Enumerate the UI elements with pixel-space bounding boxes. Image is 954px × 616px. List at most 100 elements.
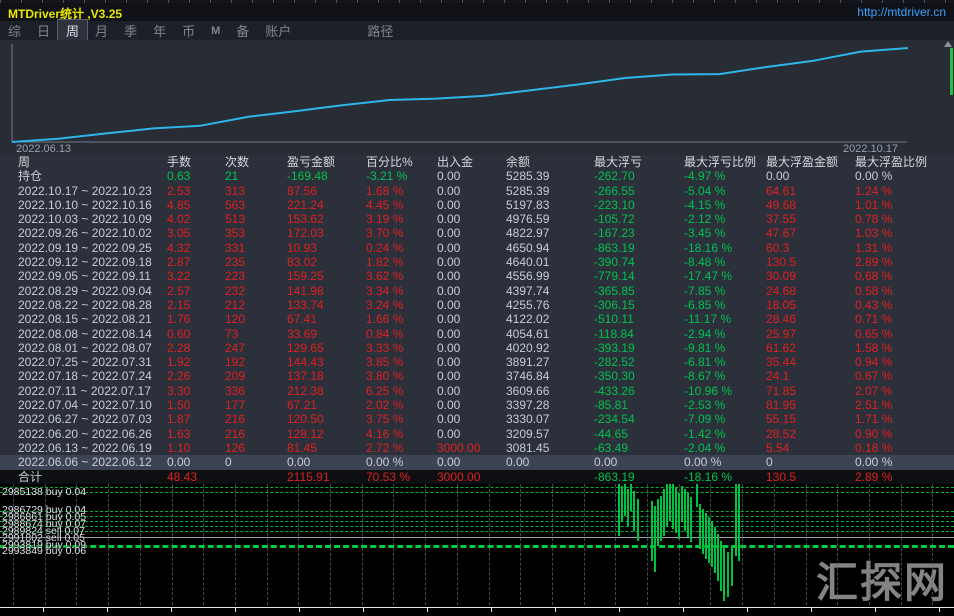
cell-col5: 3000.00: [437, 470, 480, 484]
cell-col5: 0.00: [437, 355, 460, 369]
chart-end-date-label: 2022.10.17: [843, 143, 898, 155]
cell-col8: -6.85 %: [684, 298, 725, 312]
cell-col10: 2.51 %: [855, 398, 892, 412]
cell-col10: 1.71 %: [855, 412, 892, 426]
table-row[interactable]: 2022.08.08 ~ 2022.08.140.607333.690.84 %…: [0, 327, 954, 341]
cell-col5: 0.00: [437, 369, 460, 383]
cell-col10: 0.58 %: [855, 284, 892, 298]
table-row[interactable]: 2022.06.20 ~ 2022.06.261.63216128.124.16…: [0, 427, 954, 441]
table-row[interactable]: 2022.07.25 ~ 2022.07.311.92192144.433.85…: [0, 355, 954, 369]
table-row[interactable]: 2022.07.18 ~ 2022.07.242.26209137.183.80…: [0, 369, 954, 383]
table-row[interactable]: 2022.10.10 ~ 2022.10.164.85563221.244.45…: [0, 198, 954, 212]
cell-col2: 223: [225, 269, 245, 283]
cell-col0: 2022.09.19 ~ 2022.09.25: [18, 241, 152, 255]
cell-col0: 2022.06.13 ~ 2022.06.19: [18, 441, 152, 455]
cell-col0: 2022.08.01 ~ 2022.08.07: [18, 341, 152, 355]
axis-tick: [107, 608, 108, 612]
table-row[interactable]: 2022.08.29 ~ 2022.09.042.57232141.983.34…: [0, 284, 954, 298]
candle-bar: [711, 521, 713, 567]
cell-col1: 手数: [167, 155, 191, 169]
cell-col1: 2.87: [167, 255, 190, 269]
table-row[interactable]: 2022.06.13 ~ 2022.06.191.1012681.452.72 …: [0, 441, 954, 455]
table-row[interactable]: 2022.10.17 ~ 2022.10.232.5331387.561.68 …: [0, 184, 954, 198]
cell-col9: 49.68: [766, 198, 796, 212]
table-row[interactable]: 2022.08.22 ~ 2022.08.282.15212133.743.24…: [0, 298, 954, 312]
cell-col7: -510.11: [594, 312, 634, 326]
table-row[interactable]: 2022.06.06 ~ 2022.06.120.0000.000.00 %0.…: [0, 455, 954, 469]
cell-col1: 1.50: [167, 398, 190, 412]
cell-col7: -262.70: [594, 169, 635, 183]
candle-bar: [708, 517, 710, 563]
scroll-up-arrow-icon[interactable]: [944, 41, 952, 47]
cell-col2: 21: [225, 169, 238, 183]
axis-tick: [43, 608, 44, 612]
menu-tab-month[interactable]: 月: [87, 20, 116, 41]
cell-col10: 0.67 %: [855, 369, 892, 383]
menu-tab-note[interactable]: 备: [228, 20, 257, 41]
table-row[interactable]: 2022.09.26 ~ 2022.10.023.05353172.033.70…: [0, 226, 954, 240]
cell-col0: 2022.06.27 ~ 2022.07.03: [18, 412, 152, 426]
site-link[interactable]: http://mtdriver.cn: [857, 5, 946, 19]
cell-col10: 0.78 %: [855, 212, 892, 226]
cell-col2: 216: [225, 427, 245, 441]
axis-tick: [171, 608, 172, 612]
menu-tab-currency[interactable]: 币: [174, 20, 203, 41]
axis-tick: [427, 608, 428, 612]
cell-col6: 4020.92: [506, 341, 549, 355]
cell-col0: 2022.09.05 ~ 2022.09.11: [18, 269, 151, 283]
cell-col5: 0.00: [437, 255, 460, 269]
table-row[interactable]: 2022.06.27 ~ 2022.07.031.87216120.503.75…: [0, 412, 954, 426]
menu-tab-day[interactable]: 日: [29, 20, 58, 41]
cell-col4: 0.00 %: [366, 455, 403, 469]
table-row[interactable]: 2022.08.15 ~ 2022.08.211.7612067.411.66 …: [0, 312, 954, 326]
table-row[interactable]: 持仓0.6321-169.48-3.21 %0.005285.39-262.70…: [0, 169, 954, 183]
axis-tick: [235, 608, 236, 612]
cell-col8: -5.04 %: [684, 184, 725, 198]
cell-col0: 2022.10.17 ~ 2022.10.23: [18, 184, 152, 198]
candle-bar: [651, 501, 653, 561]
cell-col6: 3397.28: [506, 398, 549, 412]
table-row[interactable]: 2022.07.11 ~ 2022.07.173.30336212.386.25…: [0, 384, 954, 398]
cell-col9: 61.62: [766, 341, 796, 355]
candle-bar: [654, 506, 656, 572]
table-row[interactable]: 2022.09.05 ~ 2022.09.113.22223159.253.62…: [0, 269, 954, 283]
cell-col8: -4.15 %: [684, 198, 725, 212]
cell-col6: 4122.02: [506, 312, 549, 326]
cell-col8: -11.17 %: [684, 312, 731, 326]
cell-col7: -223.10: [594, 198, 635, 212]
cell-col9: 28.46: [766, 312, 796, 326]
menu-tab-m[interactable]: M: [203, 24, 228, 38]
cell-col3: 172.03: [287, 226, 324, 240]
candle-bar: [675, 487, 677, 533]
table-row[interactable]: 2022.09.19 ~ 2022.09.254.3233110.930.24 …: [0, 241, 954, 255]
menu-tab-account[interactable]: 账户: [257, 20, 299, 41]
cell-col0: 2022.07.18 ~ 2022.07.24: [18, 369, 152, 383]
menu-tab-summary[interactable]: 综: [0, 20, 29, 41]
cell-col8: -2.53 %: [684, 398, 725, 412]
cell-col3: 83.02: [287, 255, 317, 269]
cell-col6: 5285.39: [506, 169, 549, 183]
menu-tab-quarter[interactable]: 季: [116, 20, 145, 41]
cell-col9: 55.15: [766, 412, 796, 426]
candle-bar: [621, 486, 623, 521]
axis-tick: [811, 608, 812, 612]
cell-col2: 次数: [225, 155, 249, 169]
table-row[interactable]: 2022.07.04 ~ 2022.07.101.5017767.212.02 …: [0, 398, 954, 412]
cell-col5: 0.00: [437, 212, 460, 226]
menu-tab-year[interactable]: 年: [145, 20, 174, 41]
table-row[interactable]: 2022.10.03 ~ 2022.10.094.02513153.623.19…: [0, 212, 954, 226]
cell-col8: -2.94 %: [684, 327, 725, 341]
cell-col7: -393.19: [594, 341, 635, 355]
cell-col1: 4.02: [167, 212, 190, 226]
table-row[interactable]: 2022.09.12 ~ 2022.09.182.8723583.021.82 …: [0, 255, 954, 269]
menu-tab-week[interactable]: 周: [58, 20, 87, 41]
cell-col8: -4.97 %: [684, 169, 725, 183]
table-row[interactable]: 2022.08.01 ~ 2022.08.072.28247129.653.33…: [0, 341, 954, 355]
cell-col4: 1.82 %: [366, 255, 403, 269]
cell-col5: 0.00: [437, 455, 460, 469]
menu-tab-path[interactable]: 路径: [359, 20, 401, 41]
table-row[interactable]: 合计48.432115.9170.53 %3000.00-863.19-18.1…: [0, 470, 954, 484]
cell-col10: 0.18 %: [855, 441, 892, 455]
cell-col2: 336: [225, 384, 245, 398]
axis-tick: [363, 608, 364, 612]
